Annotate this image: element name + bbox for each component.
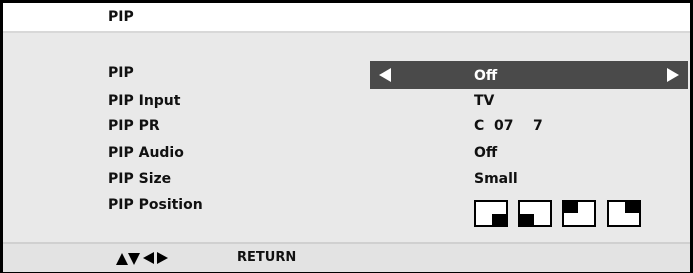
arrow-down-icon <box>128 253 140 265</box>
arrow-up-icon <box>116 253 128 265</box>
pip-menu-window: PIP PIP Off PIP Input TV PIP PR C 07 7 P… <box>0 0 693 273</box>
menu-row-label: PIP PR <box>108 118 160 134</box>
menu-row-value: Small <box>474 171 518 187</box>
menu-row-value: C 07 7 <box>474 118 543 134</box>
menu-row-pip-pr[interactable]: PIP PR C 07 7 <box>3 114 690 138</box>
return-label[interactable]: RETURN <box>237 250 296 266</box>
menu-row-pip-size[interactable]: PIP Size Small <box>3 167 690 191</box>
pip-position-top-left-icon[interactable] <box>562 200 596 227</box>
menu-row-value: Off <box>474 145 498 161</box>
pip-position-bottom-right-icon[interactable] <box>474 200 508 227</box>
title-bar: PIP <box>3 3 690 33</box>
menu-title: PIP <box>108 9 134 25</box>
arrow-left-icon[interactable] <box>379 68 391 82</box>
menu-row-value: TV <box>474 93 495 109</box>
menu-row-label: PIP Audio <box>108 145 184 161</box>
menu-row-pip-input[interactable]: PIP Input TV <box>3 89 690 113</box>
menu-row-pip[interactable]: PIP Off <box>3 61 690 89</box>
pip-position-top-right-icon[interactable] <box>607 200 641 227</box>
pip-position-bottom-left-icon[interactable] <box>518 200 552 227</box>
menu-row-label: PIP Position <box>108 197 203 213</box>
footer-bar: RETURN <box>3 242 690 272</box>
arrow-right-icon <box>157 252 168 264</box>
menu-row-label: PIP <box>108 65 134 81</box>
arrow-left-icon <box>143 252 154 264</box>
menu-row-label: PIP Input <box>108 93 181 109</box>
menu-list: PIP Off PIP Input TV PIP PR C 07 7 PIP A… <box>3 33 690 242</box>
menu-row-pip-audio[interactable]: PIP Audio Off <box>3 141 690 165</box>
arrow-right-icon[interactable] <box>667 68 679 82</box>
pip-value-selector[interactable]: Off <box>370 61 688 89</box>
menu-row-label: PIP Size <box>108 171 172 187</box>
pip-value: Off <box>474 68 498 84</box>
